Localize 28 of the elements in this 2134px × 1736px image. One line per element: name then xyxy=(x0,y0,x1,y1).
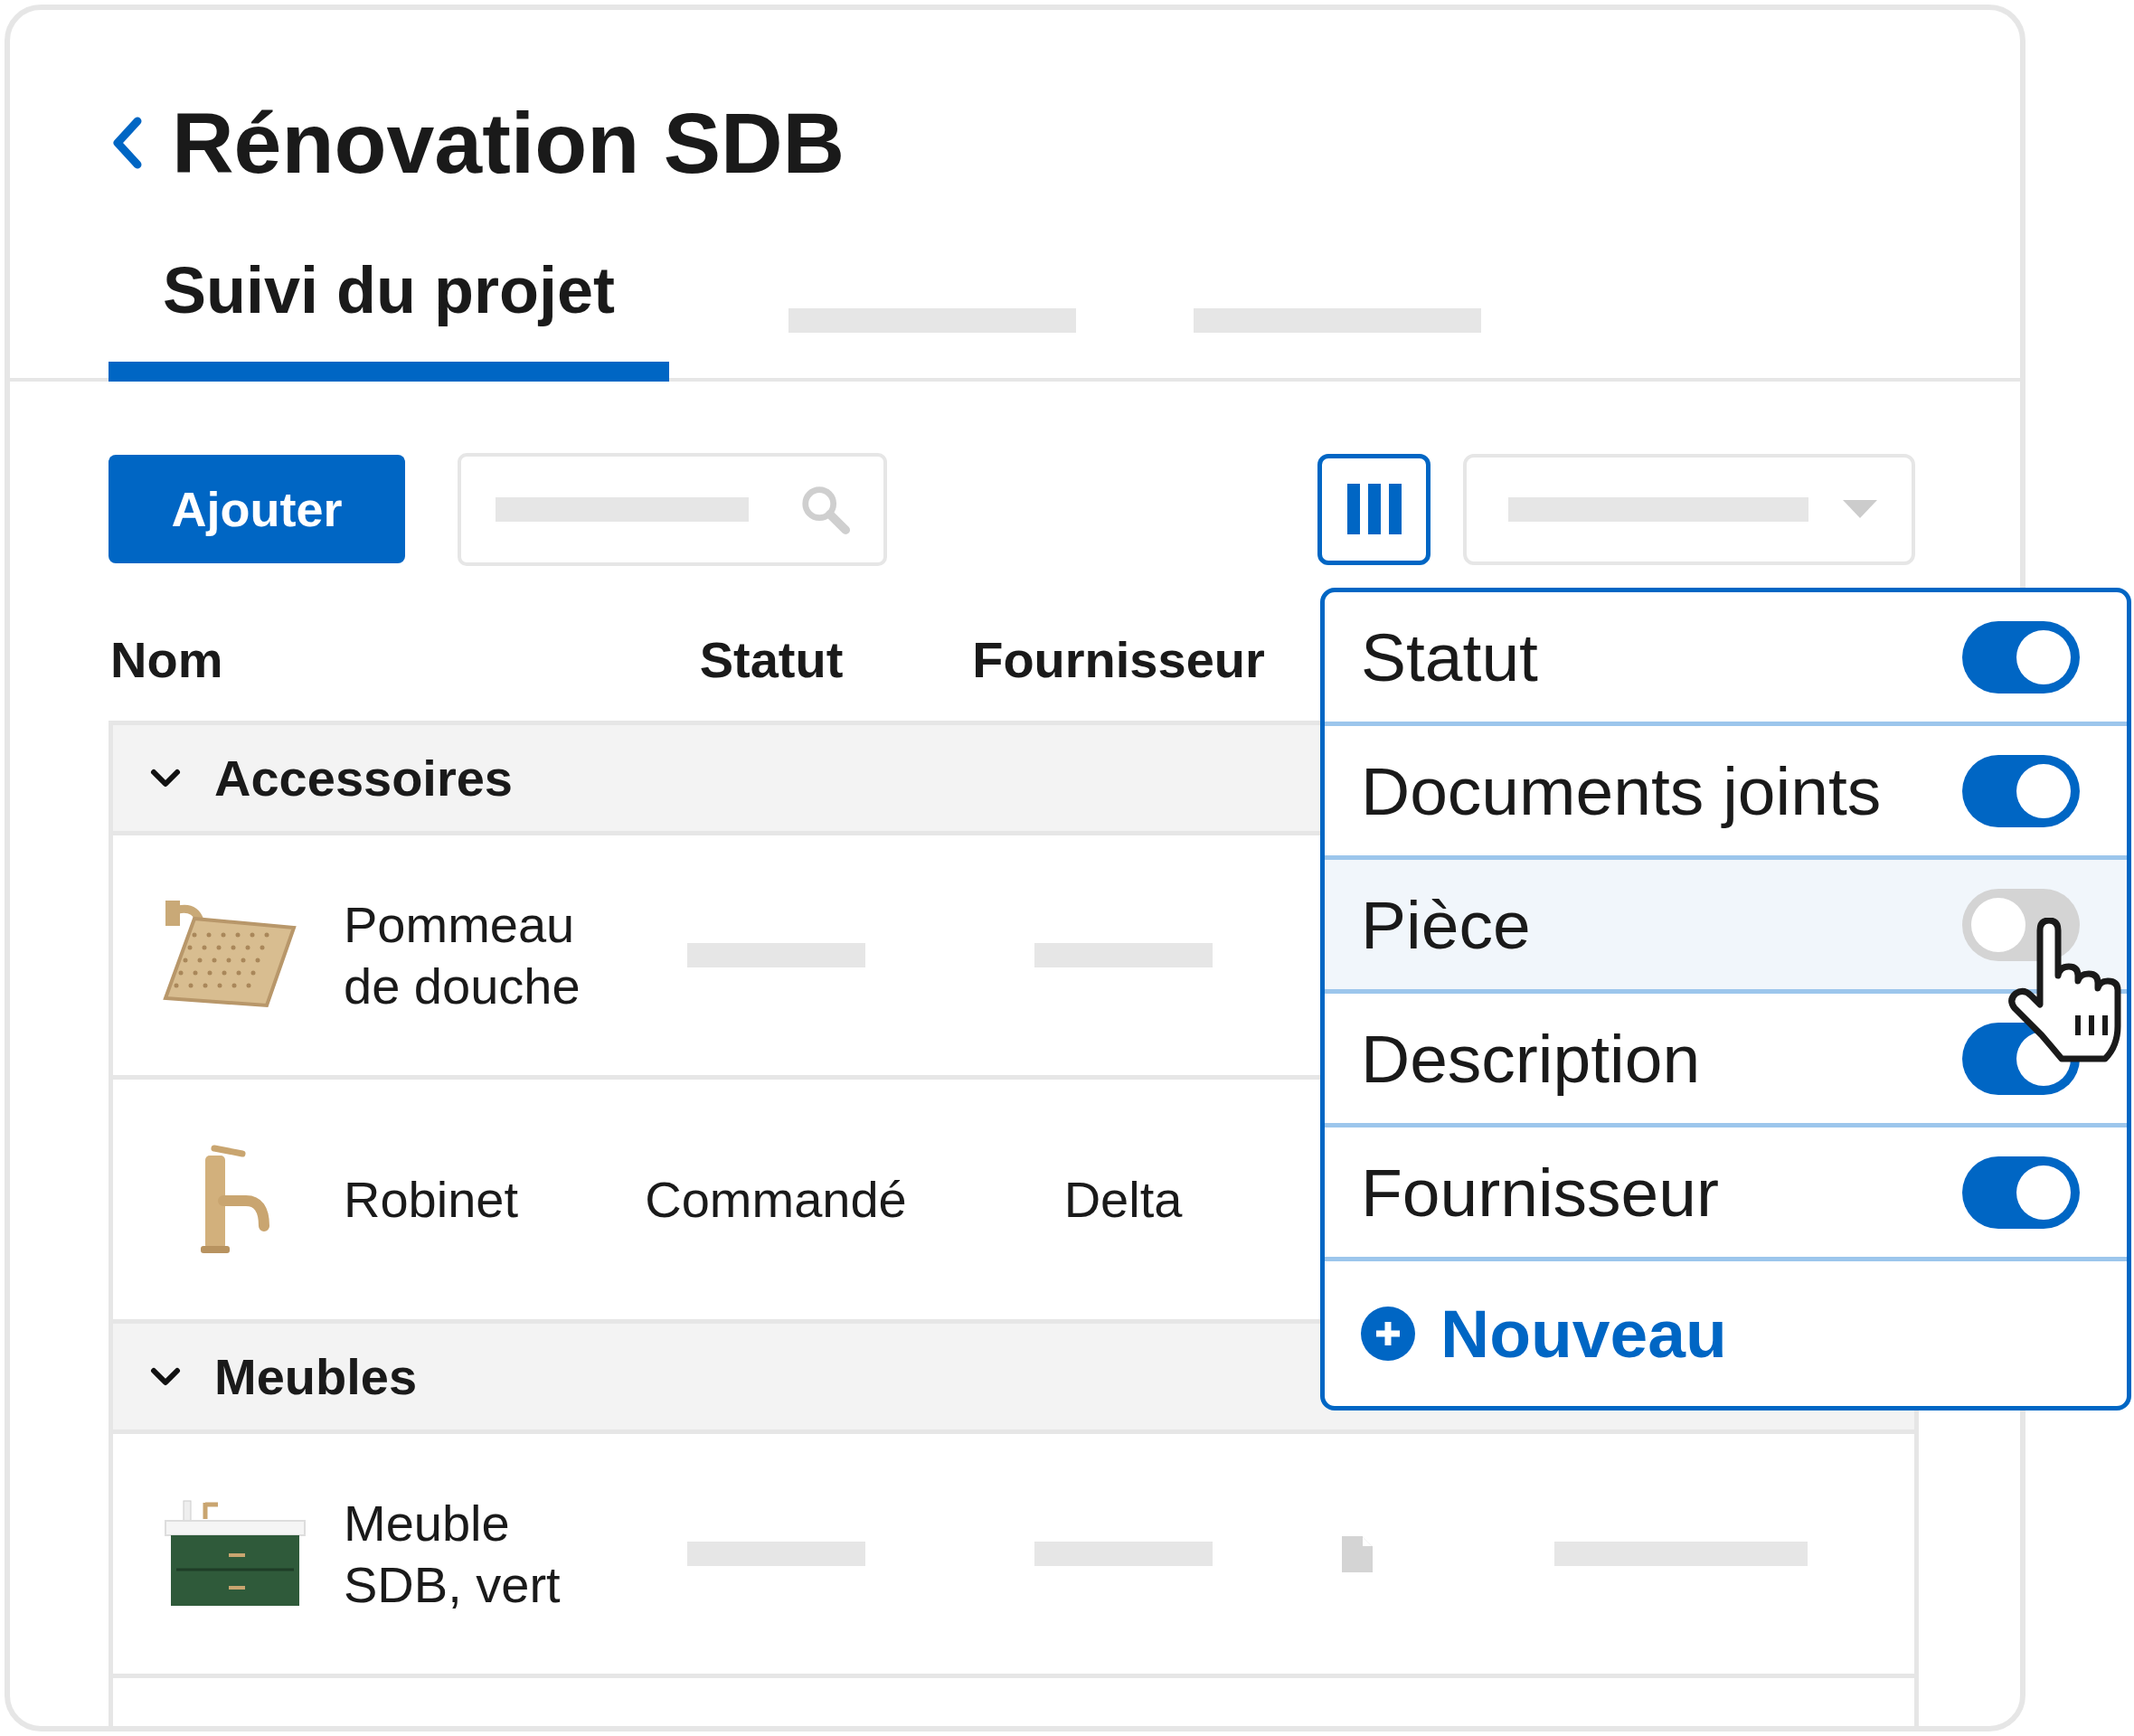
column-header: Nom xyxy=(110,630,223,689)
menu-item[interactable]: Fournisseur xyxy=(1325,1127,2127,1261)
caret-icon xyxy=(1843,500,1877,518)
document-icon xyxy=(1342,1535,1373,1572)
tab[interactable]: Suivi du projet xyxy=(109,215,670,382)
item-name: Meuble SDB, vert xyxy=(344,1494,561,1615)
columns-button[interactable] xyxy=(1317,453,1431,565)
item-name: Robinet xyxy=(344,1169,519,1230)
dropdown-field[interactable] xyxy=(1463,453,1915,565)
plus-circle-icon xyxy=(1361,1307,1415,1361)
column-header: Fournisseur xyxy=(972,630,1265,689)
menu-item-label: Documents joints xyxy=(1361,751,1882,830)
column-header: Statut xyxy=(699,630,844,689)
menu-item-label: Pièce xyxy=(1361,885,1531,964)
group-name: Meubles xyxy=(214,1347,418,1406)
columns-icon xyxy=(1346,484,1402,534)
add-button[interactable]: Ajouter xyxy=(109,455,405,563)
menu-item[interactable]: Pièce xyxy=(1325,860,2127,994)
menu-item[interactable]: Statut xyxy=(1325,592,2127,726)
menu-item-label: Description xyxy=(1361,1019,1701,1098)
page-title: Rénovation SDB xyxy=(172,94,845,193)
menu-item-label: Statut xyxy=(1361,618,1538,696)
item-name: Pommeau de douche xyxy=(344,895,581,1016)
supplier-text: Delta xyxy=(1063,1170,1183,1229)
search-field[interactable] xyxy=(458,452,887,566)
menu-item-label: Fournisseur xyxy=(1361,1153,1719,1231)
status-text: Commandé xyxy=(645,1170,907,1229)
group-name: Accessoires xyxy=(214,749,513,807)
